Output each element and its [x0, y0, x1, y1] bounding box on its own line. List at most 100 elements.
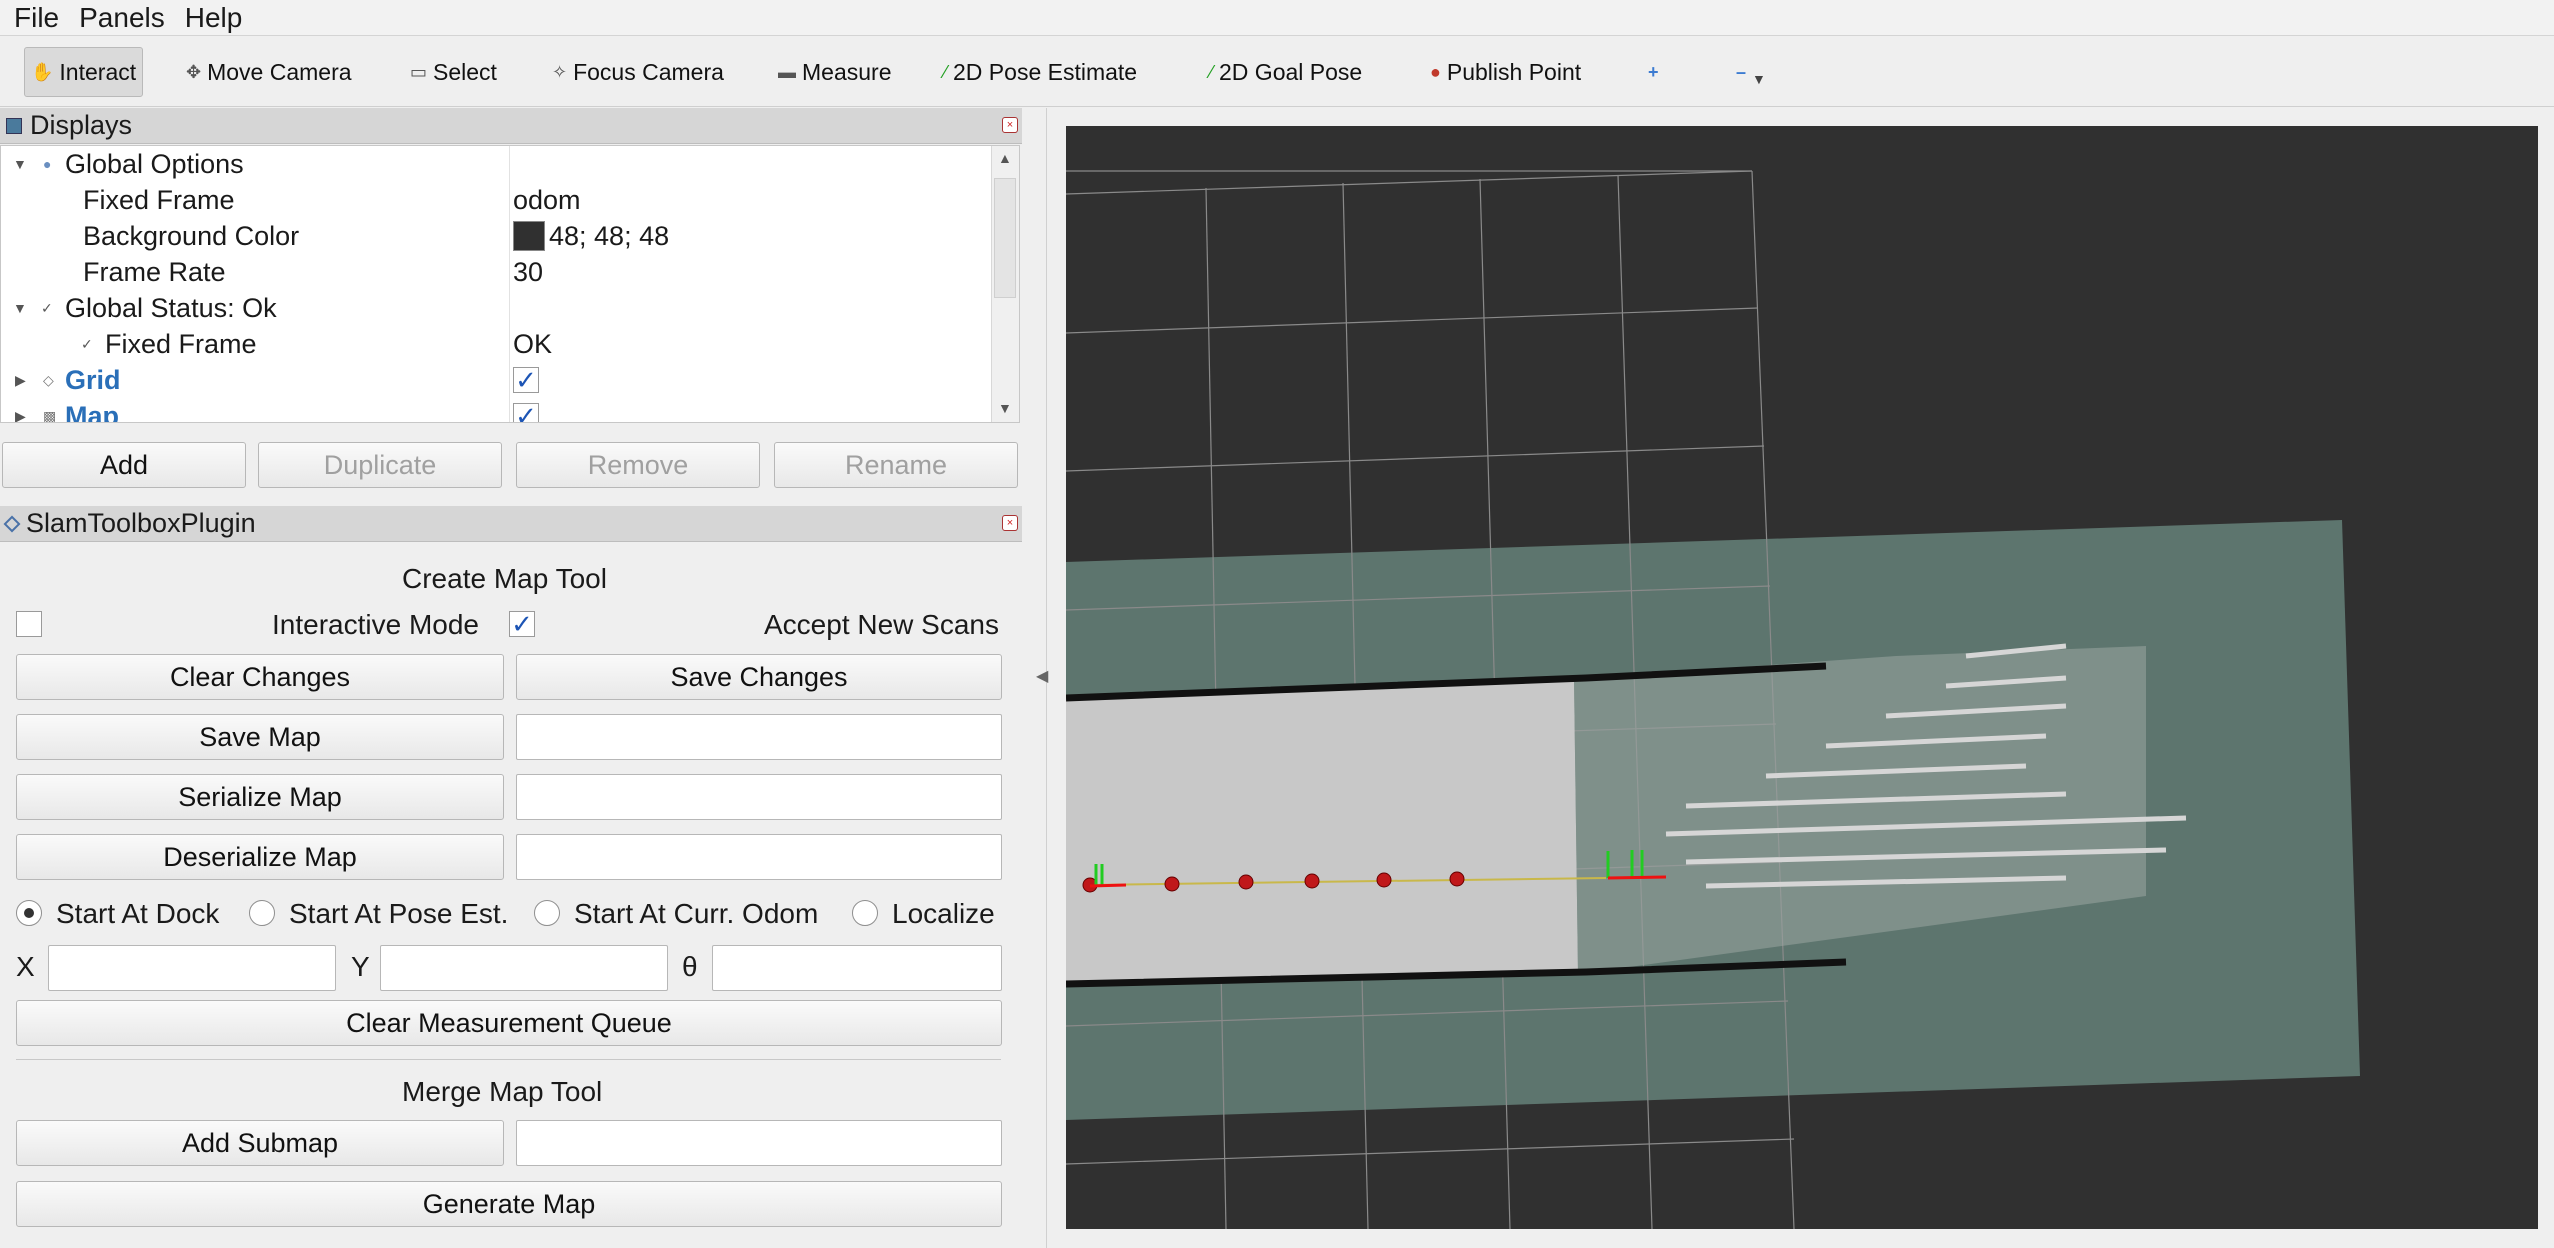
y-label: Y — [351, 951, 370, 982]
tree-scrollbar[interactable]: ▲ ▼ — [991, 146, 1019, 422]
scroll-up-icon[interactable]: ▲ — [998, 150, 1012, 166]
map-display-label: Map — [65, 400, 119, 423]
goal-pose-label: 2D Goal Pose — [1219, 58, 1363, 85]
expand-arrow-icon[interactable]: ▼ — [13, 156, 27, 172]
create-map-tool-heading: Create Map Tool — [402, 563, 607, 594]
select-icon: ▭ — [410, 61, 428, 82]
map-icon: ▩ — [43, 407, 57, 423]
localize-label: Localize — [892, 898, 995, 929]
toolbar: ✋ Interact ✥ Move Camera ▭ Select ✧ Focu… — [0, 37, 2554, 107]
ruler-icon: ▬ — [778, 61, 796, 82]
remove-display-button[interactable]: Remove — [516, 442, 760, 488]
add-display-button[interactable]: Add — [2, 442, 246, 488]
serialize-map-button[interactable]: Serialize Map — [16, 774, 504, 820]
theta-input[interactable] — [712, 945, 1002, 991]
localize-radio[interactable] — [852, 900, 878, 926]
collapsed-arrow-icon[interactable]: ▶ — [15, 408, 26, 423]
render-viewport-3d[interactable] — [1066, 126, 2538, 1229]
serialize-map-name-input[interactable] — [516, 774, 1002, 820]
theta-label: θ — [682, 951, 698, 982]
clear-changes-button[interactable]: Clear Changes — [16, 654, 504, 700]
collapse-panel-arrow-icon[interactable]: ◀ — [1036, 666, 1048, 686]
grid-icon: ◇ — [43, 371, 54, 388]
grid-enabled-checkbox[interactable]: ✓ — [513, 367, 539, 393]
clear-measurement-queue-button[interactable]: Clear Measurement Queue — [16, 1000, 1002, 1046]
fixed-frame-value[interactable]: odom — [513, 185, 581, 216]
collapsed-arrow-icon[interactable]: ▶ — [15, 372, 26, 389]
global-options-label: Global Options — [65, 148, 244, 179]
menu-panels[interactable]: Panels — [79, 2, 165, 34]
tree-row-status-fixed-frame[interactable]: ✓ Fixed Frame OK — [1, 326, 991, 362]
color-swatch[interactable] — [513, 221, 545, 251]
menu-help[interactable]: Help — [185, 2, 243, 34]
add-tool-button[interactable]: + — [1648, 47, 1665, 97]
plus-icon: + — [1648, 61, 1659, 82]
save-changes-button[interactable]: Save Changes — [516, 654, 1002, 700]
tree-row-fixed-frame[interactable]: Fixed Frame odom — [1, 182, 991, 218]
save-map-name-input[interactable] — [516, 714, 1002, 760]
focus-camera-tool-button[interactable]: ✧ Focus Camera — [552, 47, 724, 97]
x-input[interactable] — [48, 945, 336, 991]
measure-tool-button[interactable]: ▬ Measure — [778, 47, 891, 97]
tree-row-global-options[interactable]: ▼ ● Global Options — [1, 146, 991, 182]
robot-heading-axis — [1607, 875, 1667, 880]
interactive-mode-label: Interactive Mode — [272, 609, 479, 640]
minus-icon: – — [1736, 61, 1747, 82]
start-at-curr-odom-radio[interactable] — [534, 900, 560, 926]
tree-row-frame-rate[interactable]: Frame Rate 30 — [1, 254, 991, 290]
remove-tool-menu[interactable]: – ▼ — [1736, 47, 1766, 97]
background-color-value[interactable]: 48; 48; 48 — [513, 221, 669, 252]
robot-heading-axis — [1089, 883, 1127, 888]
submap-name-input[interactable] — [516, 1120, 1002, 1166]
displays-tree[interactable]: ▼ ● Global Options Fixed Frame odom Back… — [0, 145, 1020, 423]
globe-icon: ● — [43, 156, 52, 172]
start-at-pose-est-radio[interactable] — [249, 900, 275, 926]
unlabeled-checkbox[interactable] — [16, 611, 42, 637]
status-fixed-frame-label: Fixed Frame — [105, 328, 257, 359]
tree-row-background-color[interactable]: Background Color 48; 48; 48 — [1, 218, 991, 254]
interactive-mode-checkbox[interactable]: ✓ — [509, 611, 535, 637]
menu-file[interactable]: File — [14, 2, 59, 34]
goal-pose-tool-button[interactable]: ⁄ 2D Goal Pose — [1210, 47, 1362, 97]
tree-row-map[interactable]: ▶ ▩ Map ✓ — [1, 398, 991, 423]
checkmark-icon: ✓ — [41, 299, 53, 316]
interact-label: Interact — [59, 58, 137, 85]
measure-label: Measure — [802, 58, 892, 85]
green-arrow-icon: ⁄ — [1210, 61, 1214, 82]
save-map-button[interactable]: Save Map — [16, 714, 504, 760]
map-enabled-checkbox[interactable]: ✓ — [513, 403, 539, 422]
tree-row-grid[interactable]: ▶ ◇ Grid ✓ — [1, 362, 991, 398]
tree-row-global-status[interactable]: ▼ ✓ Global Status: Ok — [1, 290, 991, 326]
merge-map-tool-heading: Merge Map Tool — [402, 1076, 603, 1107]
start-at-dock-radio[interactable] — [16, 900, 42, 926]
y-input[interactable] — [380, 945, 668, 991]
pose-estimate-tool-button[interactable]: ⁄ 2D Pose Estimate — [944, 47, 1137, 97]
expand-arrow-icon[interactable]: ▼ — [13, 300, 27, 316]
deserialize-map-button[interactable]: Deserialize Map — [16, 834, 504, 880]
deserialize-map-name-input[interactable] — [516, 834, 1002, 880]
close-icon[interactable]: × — [1002, 117, 1018, 133]
add-submap-button[interactable]: Add Submap — [16, 1120, 504, 1166]
interact-tool-button[interactable]: ✋ Interact — [24, 47, 144, 97]
cursor-icon: ✋ — [31, 61, 54, 82]
publish-point-tool-button[interactable]: ● Publish Point — [1430, 47, 1581, 97]
frame-rate-value[interactable]: 30 — [513, 257, 543, 288]
select-label: Select — [433, 58, 497, 85]
duplicate-display-button[interactable]: Duplicate — [258, 442, 502, 488]
select-tool-button[interactable]: ▭ Select — [410, 47, 497, 97]
rename-display-button[interactable]: Rename — [774, 442, 1018, 488]
pose-estimate-label: 2D Pose Estimate — [953, 58, 1138, 85]
generate-map-button[interactable]: Generate Map — [16, 1181, 1002, 1227]
scroll-down-icon[interactable]: ▼ — [998, 400, 1012, 416]
accept-new-scans-label: Accept New Scans — [764, 609, 999, 640]
checkbox-checked-icon: ✓ — [513, 403, 539, 422]
move-camera-tool-button[interactable]: ✥ Move Camera — [186, 47, 352, 97]
fixed-frame-label: Fixed Frame — [83, 184, 235, 215]
scroll-thumb[interactable] — [994, 178, 1016, 298]
close-icon[interactable]: × — [1002, 515, 1018, 531]
frame-rate-label: Frame Rate — [83, 256, 226, 287]
background-color-label: Background Color — [83, 220, 300, 251]
background-color-text: 48; 48; 48 — [549, 220, 670, 251]
scene-canvas[interactable] — [1066, 126, 2538, 1229]
publish-point-label: Publish Point — [1446, 58, 1582, 85]
